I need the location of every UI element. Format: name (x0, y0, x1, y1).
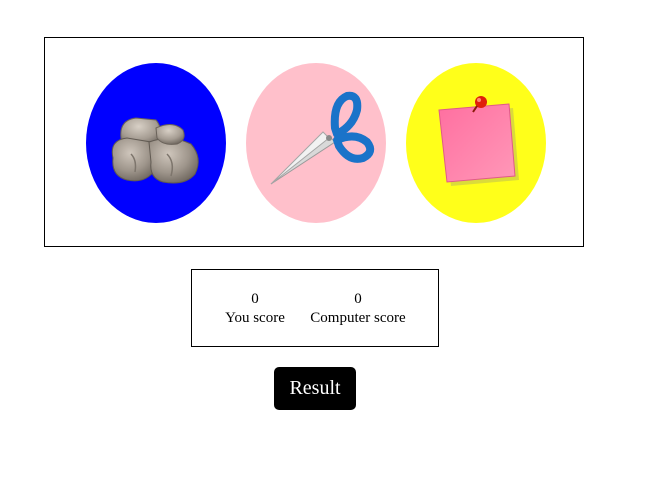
computer-score: 0 Computer score (306, 290, 410, 328)
choice-scissors[interactable] (246, 63, 386, 223)
choice-rock[interactable] (86, 63, 226, 223)
score-panel: 0 You score 0 Computer score (191, 269, 439, 347)
computer-score-label: Computer score (310, 310, 406, 326)
computer-score-value: 0 (354, 291, 362, 307)
user-score-value: 0 (251, 291, 259, 307)
user-score: 0 You score (222, 290, 288, 328)
user-score-label: You score (225, 310, 285, 326)
sticky-note-icon (438, 96, 519, 186)
choice-paper[interactable] (406, 63, 546, 223)
scissors-icon (270, 91, 375, 185)
result-button[interactable]: Result (274, 367, 356, 410)
rock-icon (111, 117, 199, 184)
choices-panel (44, 37, 584, 247)
